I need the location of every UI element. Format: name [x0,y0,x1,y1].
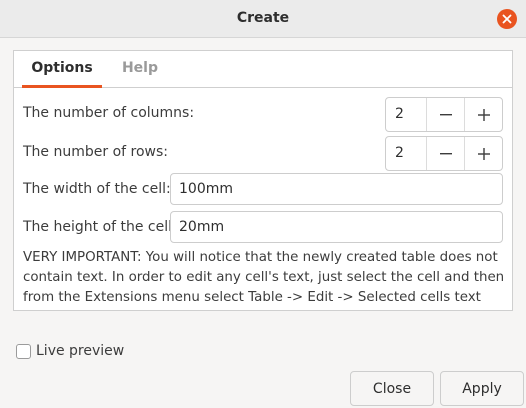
minus-icon [439,113,452,115]
title-bar: Create [0,0,526,38]
columns-label: The number of columns: [23,105,195,121]
columns-value[interactable]: 2 [395,106,404,122]
close-icon[interactable] [497,9,517,29]
columns-spinbox: 2 [385,97,503,132]
options-panel: Options Help The number of columns: 2 Th… [13,50,513,311]
tab-bar: Options Help [14,51,512,88]
tab-options[interactable]: Options [22,51,102,88]
columns-decrement-button[interactable] [426,98,464,131]
live-preview-label[interactable]: Live preview [36,343,124,359]
plus-icon [477,108,490,121]
rows-spinbox: 2 [385,136,503,171]
cell-height-input[interactable] [170,211,503,243]
rows-increment-button[interactable] [464,137,502,170]
live-preview-row[interactable]: Live preview [16,341,124,361]
plus-icon [477,147,490,160]
cell-width-input[interactable] [170,173,503,205]
important-note: VERY IMPORTANT: You will notice that the… [23,250,505,305]
live-preview-checkbox[interactable] [16,343,31,359]
dialog-title: Create [236,10,290,26]
rows-decrement-button[interactable] [426,137,464,170]
tab-help[interactable]: Help [110,51,170,88]
rows-value[interactable]: 2 [395,145,404,161]
minus-icon [439,152,452,154]
cell-height-label: The height of the cell: [23,219,177,235]
apply-button[interactable]: Apply [440,371,524,406]
columns-increment-button[interactable] [464,98,502,131]
cell-width-label: The width of the cell: [23,181,171,197]
rows-label: The number of rows: [23,144,168,160]
close-button[interactable]: Close [350,371,434,406]
